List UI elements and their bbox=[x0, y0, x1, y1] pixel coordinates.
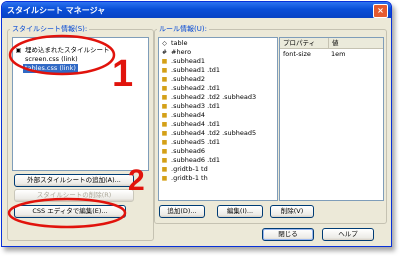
annotation-circle-2 bbox=[7, 197, 127, 229]
annotation-marker-1: 1 bbox=[112, 53, 134, 95]
annotation-overlay bbox=[7, 34, 127, 229]
annotation-circle-1 bbox=[8, 34, 116, 76]
annotation-marker-2: 2 bbox=[128, 164, 145, 197]
